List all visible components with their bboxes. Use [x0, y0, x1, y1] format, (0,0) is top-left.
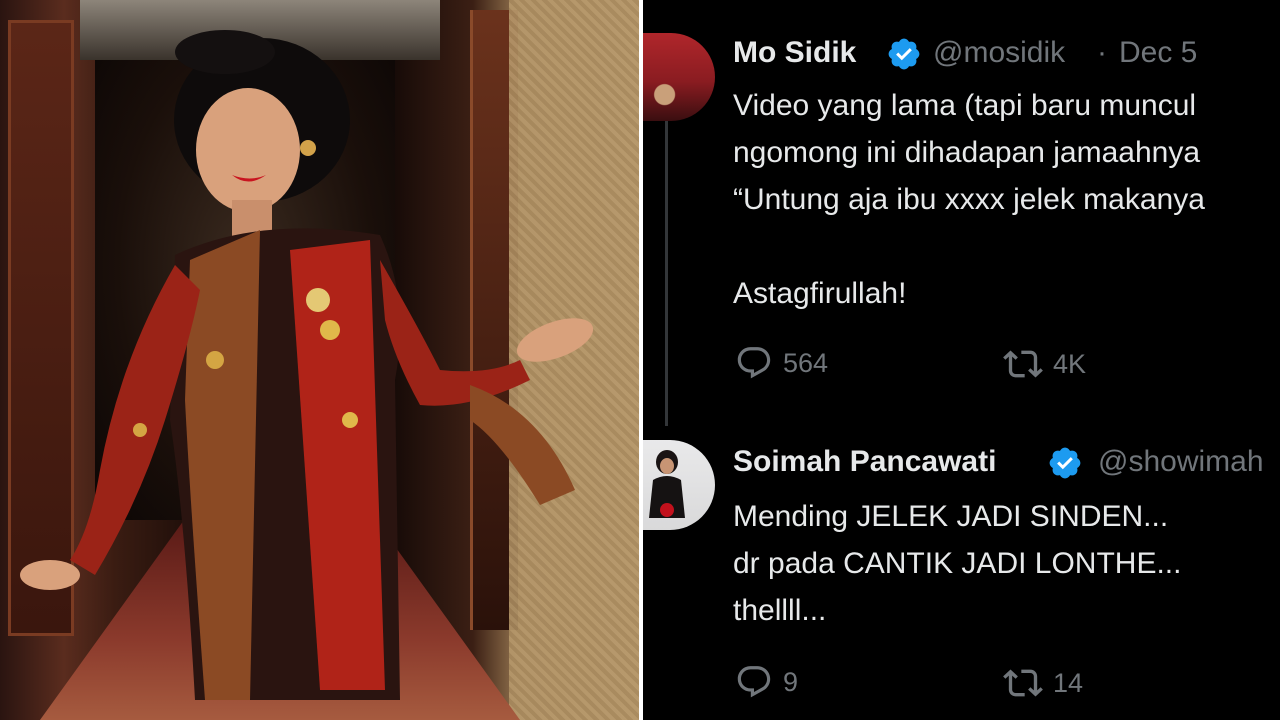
- tweet-thread-panel: Mo Sidik @mosidik · Dec 5 Video yang lam…: [643, 0, 1280, 720]
- woman-figure: [20, 30, 594, 701]
- tweet1-line: “Untung aja ibu xxxx jelek makanya: [733, 183, 1205, 216]
- tweet2-line: thellll...: [733, 594, 827, 627]
- tweet2-repost-count: 14: [1053, 667, 1084, 698]
- tweet2-reply-count: 9: [783, 666, 799, 697]
- soimah-avatar[interactable]: [643, 440, 715, 530]
- tweet2-author-name[interactable]: Soimah Pancawati: [733, 445, 996, 479]
- verified-badge-icon: [1049, 447, 1081, 479]
- thread-connector-line: [665, 108, 668, 426]
- repost-icon: [1003, 350, 1043, 378]
- tweet1-author-name[interactable]: Mo Sidik: [733, 36, 856, 70]
- tweet2-reply-button[interactable]: 9: [735, 663, 798, 701]
- tweet1-reply-button[interactable]: 564: [735, 344, 828, 382]
- tweet1-repost-count: 4K: [1053, 348, 1087, 379]
- tweet2-line: dr pada CANTIK JADI LONTHE...: [733, 547, 1182, 580]
- verified-badge-icon: [888, 38, 920, 70]
- tweet1-line: Video yang lama (tapi baru muncul: [733, 89, 1197, 122]
- woman-in-kebaya-photo: [0, 0, 639, 720]
- tweet1-line: ngomong ini dihadapan jamaahnya: [733, 136, 1201, 169]
- soimah-avatar-figure: [649, 450, 685, 518]
- tweet1-separator: ·: [1097, 36, 1107, 69]
- tweet1-handle[interactable]: @mosidik: [933, 36, 1065, 70]
- tweet2-text: Mending JELEK JADI SINDEN... dr pada CAN…: [733, 493, 1181, 634]
- tweet1-line: [733, 223, 1205, 270]
- tweet2-handle[interactable]: @showimah: [1098, 445, 1264, 479]
- tweet1-text: Video yang lama (tapi baru muncul ngomon…: [733, 82, 1205, 317]
- tweet1-line: Astagfirullah!: [733, 277, 907, 310]
- tweet1-reply-count: 564: [783, 347, 829, 378]
- tweet2-repost-button[interactable]: 14: [1003, 663, 1083, 703]
- tweet1-date[interactable]: Dec 5: [1119, 36, 1197, 70]
- mosidik-avatar[interactable]: [643, 33, 715, 121]
- reply-icon: [737, 347, 771, 379]
- repost-icon: [1003, 669, 1043, 697]
- tweet2-line: Mending JELEK JADI SINDEN...: [733, 500, 1169, 533]
- tweet1-repost-button[interactable]: 4K: [1003, 344, 1086, 384]
- reply-icon: [737, 666, 771, 698]
